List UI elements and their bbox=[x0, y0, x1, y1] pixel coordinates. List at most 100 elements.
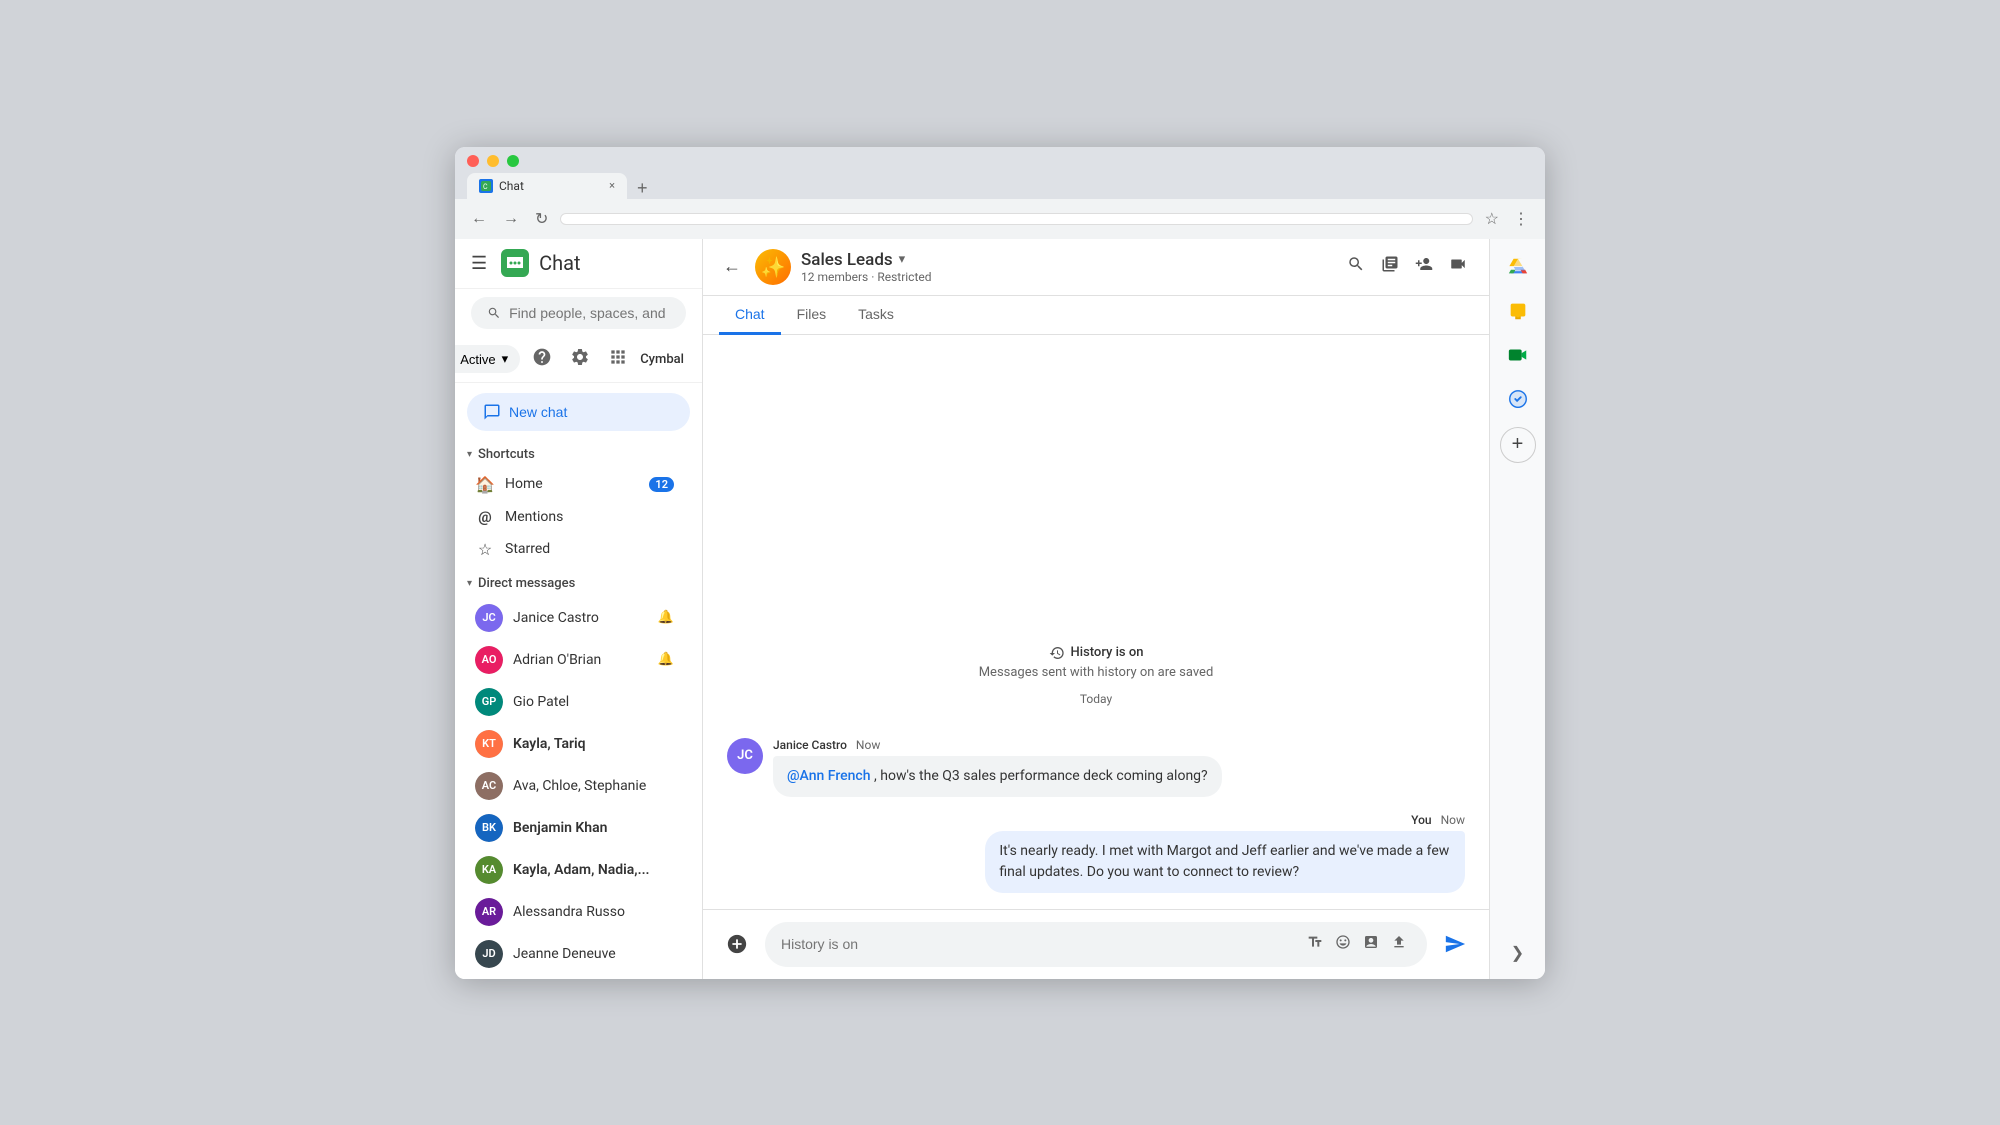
app-container: ☰ Chat bbox=[455, 239, 1545, 979]
members-icon bbox=[1381, 255, 1399, 273]
janice-msg-avatar: JC bbox=[727, 738, 763, 774]
add-content-button[interactable] bbox=[719, 926, 755, 962]
video-call-icon bbox=[1449, 255, 1467, 273]
sidebar: ☰ Chat bbox=[455, 239, 703, 979]
kayla-tariq-label: Kayla, Tariq bbox=[513, 736, 674, 752]
shortcuts-label: Shortcuts bbox=[478, 447, 535, 462]
dm-item-kayla-tariq[interactable]: KT Kayla, Tariq bbox=[455, 723, 690, 765]
shortcuts-header[interactable]: ▾ Shortcuts bbox=[455, 441, 702, 468]
back-button[interactable]: ← bbox=[719, 252, 745, 281]
tasks-app-button[interactable] bbox=[1498, 379, 1538, 419]
dm-item-gio[interactable]: GP Gio Patel bbox=[455, 681, 690, 723]
apps-button[interactable] bbox=[602, 341, 634, 378]
dm-item-janice[interactable]: JC Janice Castro 🔔 bbox=[455, 597, 690, 639]
send-button[interactable] bbox=[1437, 926, 1473, 962]
adrian-avatar: AO bbox=[475, 646, 503, 674]
keep-icon bbox=[1507, 300, 1529, 322]
dm-section-header[interactable]: ▾ Direct messages bbox=[455, 570, 702, 597]
sidebar-item-mentions[interactable]: @ Mentions bbox=[455, 501, 690, 533]
emoji-icon bbox=[1335, 934, 1351, 950]
tab-chat[interactable]: Chat bbox=[719, 296, 781, 335]
browser-menu-button[interactable]: ⋮ bbox=[1509, 205, 1533, 233]
janice-msg-content: Janice Castro Now @Ann French , how's th… bbox=[773, 738, 1222, 797]
sidebar-app-title: Chat bbox=[539, 251, 580, 275]
adrian-bell-icon: 🔔 bbox=[658, 652, 674, 667]
mentions-label: Mentions bbox=[505, 509, 674, 525]
invite-button[interactable] bbox=[1409, 249, 1439, 284]
dm-item-benjamin[interactable]: BK Benjamin Khan bbox=[455, 807, 690, 849]
status-button[interactable]: Active ▾ bbox=[455, 345, 520, 373]
janice-msg-meta: Janice Castro Now bbox=[773, 738, 1222, 752]
message-input[interactable] bbox=[781, 936, 1295, 952]
dm-item-alessandra[interactable]: AR Alessandra Russo bbox=[455, 891, 690, 933]
sidebar-item-home[interactable]: 🏠 Home 12 bbox=[455, 468, 690, 501]
tasks-icon bbox=[1507, 388, 1529, 410]
tab-files[interactable]: Files bbox=[781, 296, 843, 335]
svg-text:C: C bbox=[483, 183, 488, 191]
history-icon bbox=[1049, 645, 1065, 661]
search-bar[interactable] bbox=[471, 297, 686, 329]
tab-bar: C Chat × + bbox=[467, 173, 1533, 199]
new-tab-button[interactable]: + bbox=[631, 178, 654, 199]
tab-title: Chat bbox=[499, 179, 524, 193]
format-text-button[interactable] bbox=[1303, 930, 1327, 959]
browser-tab[interactable]: C Chat × bbox=[467, 173, 627, 199]
minimize-window-button[interactable] bbox=[487, 155, 499, 167]
kayla-adam-label: Kayla, Adam, Nadia,... bbox=[513, 862, 674, 878]
bookmark-button[interactable]: ☆ bbox=[1481, 205, 1503, 233]
chat-name-chevron-icon[interactable]: ▾ bbox=[899, 252, 906, 267]
new-chat-label: New chat bbox=[509, 404, 567, 420]
help-button[interactable] bbox=[526, 341, 558, 378]
history-notice: History is on Messages sent with history… bbox=[727, 645, 1465, 706]
upload-button[interactable] bbox=[1387, 930, 1411, 959]
kayla-adam-avatar: KA bbox=[475, 856, 503, 884]
close-window-button[interactable] bbox=[467, 155, 479, 167]
tab-favicon: C bbox=[479, 179, 493, 193]
invite-icon bbox=[1415, 255, 1433, 273]
sidebar-item-starred[interactable]: ☆ Starred bbox=[455, 533, 690, 566]
dm-item-jeanne[interactable]: JD Jeanne Deneuve bbox=[455, 933, 690, 975]
history-on-label: History is on bbox=[1071, 645, 1144, 660]
attachment-button[interactable] bbox=[1359, 930, 1383, 959]
back-nav-button[interactable]: ← bbox=[467, 206, 491, 232]
browser-actions: ☆ ⋮ bbox=[1481, 205, 1533, 233]
reload-nav-button[interactable]: ↻ bbox=[531, 205, 552, 233]
tab-tasks[interactable]: Tasks bbox=[842, 296, 910, 335]
expand-sidebar-button[interactable]: ❯ bbox=[1500, 935, 1536, 971]
video-call-button[interactable] bbox=[1443, 249, 1473, 284]
dm-item-ava-chloe[interactable]: AC Ava, Chloe, Stephanie bbox=[455, 765, 690, 807]
add-app-button[interactable]: + bbox=[1500, 427, 1536, 463]
janice-bell-icon: 🔔 bbox=[658, 610, 674, 625]
kayla-tariq-avatar: KT bbox=[475, 730, 503, 758]
space-avatar: ✨ bbox=[755, 249, 791, 285]
benjamin-label: Benjamin Khan bbox=[513, 820, 674, 836]
new-chat-button[interactable]: New chat bbox=[467, 393, 690, 431]
benjamin-avatar: BK bbox=[475, 814, 503, 842]
search-input[interactable] bbox=[509, 305, 670, 321]
members-button[interactable] bbox=[1375, 249, 1405, 284]
meet-app-button[interactable] bbox=[1498, 335, 1538, 375]
hamburger-button[interactable]: ☰ bbox=[467, 249, 491, 278]
dm-item-kayla-adam[interactable]: KA Kayla, Adam, Nadia,... bbox=[455, 849, 690, 891]
history-sub-label: Messages sent with history on are saved bbox=[979, 665, 1214, 680]
search-chat-button[interactable] bbox=[1341, 249, 1371, 284]
dm-item-adrian[interactable]: AO Adrian O'Brian 🔔 bbox=[455, 639, 690, 681]
tab-close-button[interactable]: × bbox=[609, 179, 615, 192]
address-bar-row: ← → ↻ ☆ ⋮ bbox=[455, 199, 1545, 239]
you-msg-bubble: It's nearly ready. I met with Margot and… bbox=[985, 831, 1465, 893]
alessandra-avatar: AR bbox=[475, 898, 503, 926]
ava-chloe-label: Ava, Chloe, Stephanie bbox=[513, 778, 674, 794]
shortcuts-section: ▾ Shortcuts 🏠 Home 12 @ Mentions ☆ St bbox=[455, 441, 702, 566]
emoji-button[interactable] bbox=[1331, 930, 1355, 959]
forward-nav-button[interactable]: → bbox=[499, 206, 523, 232]
msg-text: , how's the Q3 sales performance deck co… bbox=[874, 768, 1208, 784]
maximize-window-button[interactable] bbox=[507, 155, 519, 167]
browser-window: C Chat × + ← → ↻ ☆ ⋮ ☰ bbox=[455, 147, 1545, 979]
janice-msg-bubble: @Ann French , how's the Q3 sales perform… bbox=[773, 756, 1222, 797]
dm-section-label: Direct messages bbox=[478, 576, 575, 591]
settings-button[interactable] bbox=[564, 341, 596, 378]
you-msg-time: Now bbox=[1441, 813, 1465, 827]
drive-app-button[interactable] bbox=[1498, 247, 1538, 287]
keep-app-button[interactable] bbox=[1498, 291, 1538, 331]
today-divider: Today bbox=[1080, 692, 1112, 706]
